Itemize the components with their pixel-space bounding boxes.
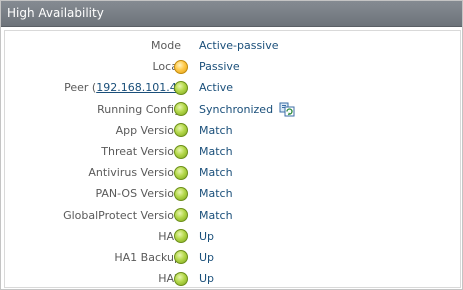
- high-availability-widget: High Availability Mode Active-passive Lo…: [0, 0, 463, 290]
- row-mode: Mode Active-passive: [5, 35, 460, 56]
- ha1-label: HA1: [158, 229, 181, 243]
- row-threat-version: Threat Version Match: [5, 141, 460, 162]
- ha1-backup-label: HA1 Backup: [114, 250, 181, 264]
- ha1-backup-status-green-icon: [174, 250, 188, 265]
- peer-value: Active: [199, 81, 234, 95]
- ha2-status-green-icon: [174, 271, 188, 286]
- row-local: Local Passive: [5, 56, 460, 77]
- app-version-value: Match: [199, 123, 233, 137]
- ha2-value: Up: [199, 272, 215, 286]
- mode-value: Active-passive: [199, 39, 279, 53]
- widget-title: High Availability: [1, 1, 462, 27]
- running-config-status-green-icon: [174, 102, 188, 117]
- antivirus-version-label: Antivirus Version: [88, 166, 181, 180]
- running-config-label: Running Config: [97, 102, 181, 116]
- local-label: Local: [152, 60, 181, 74]
- globalprotect-version-label: GlobalProtect Version: [63, 208, 181, 222]
- app-version-label: App Version: [115, 123, 181, 137]
- peer-ip-link[interactable]: 192.168.101.4: [96, 81, 176, 94]
- row-ha1: HA1 Up: [5, 226, 460, 247]
- row-panos-version: PAN-OS Version Match: [5, 183, 460, 204]
- threat-version-status-green-icon: [174, 144, 188, 159]
- row-globalprotect-version: GlobalProtect Version Match: [5, 205, 460, 226]
- ha1-value: Up: [199, 229, 215, 243]
- row-running-config: Running Config Synchronized: [5, 99, 460, 120]
- app-version-status-green-icon: [174, 123, 188, 138]
- row-peer: Peer (192.168.101.4) Active: [5, 77, 460, 98]
- antivirus-version-value: Match: [199, 166, 233, 180]
- panos-version-label: PAN-OS Version: [95, 187, 181, 201]
- ha1-backup-value: Up: [199, 250, 215, 264]
- status-list: Mode Active-passive Local Passive Peer (…: [5, 35, 460, 289]
- panos-version-status-green-icon: [174, 186, 188, 201]
- local-status-orange-icon: [174, 59, 188, 74]
- row-ha1-backup: HA1 Backup Up: [5, 247, 460, 268]
- row-ha2: HA2 Up: [5, 268, 460, 289]
- ha1-status-green-icon: [174, 229, 188, 244]
- globalprotect-version-status-green-icon: [174, 208, 188, 223]
- widget-body: Mode Active-passive Local Passive Peer (…: [4, 30, 461, 288]
- panos-version-value: Match: [199, 187, 233, 201]
- peer-status-green-icon: [174, 80, 188, 95]
- peer-label: Peer (192.168.101.4): [5, 81, 181, 94]
- row-antivirus-version: Antivirus Version Match: [5, 162, 460, 183]
- antivirus-version-status-green-icon: [174, 165, 188, 180]
- sync-config-icon[interactable]: [279, 102, 295, 117]
- globalprotect-version-value: Match: [199, 208, 233, 222]
- ha2-label: HA2: [158, 272, 181, 286]
- threat-version-value: Match: [199, 145, 233, 159]
- mode-label: Mode: [151, 39, 181, 53]
- local-value: Passive: [199, 60, 240, 74]
- row-app-version: App Version Match: [5, 120, 460, 141]
- running-config-value: Synchronized: [199, 102, 274, 116]
- peer-label-prefix: Peer (: [64, 81, 97, 95]
- threat-version-label: Threat Version: [101, 145, 181, 159]
